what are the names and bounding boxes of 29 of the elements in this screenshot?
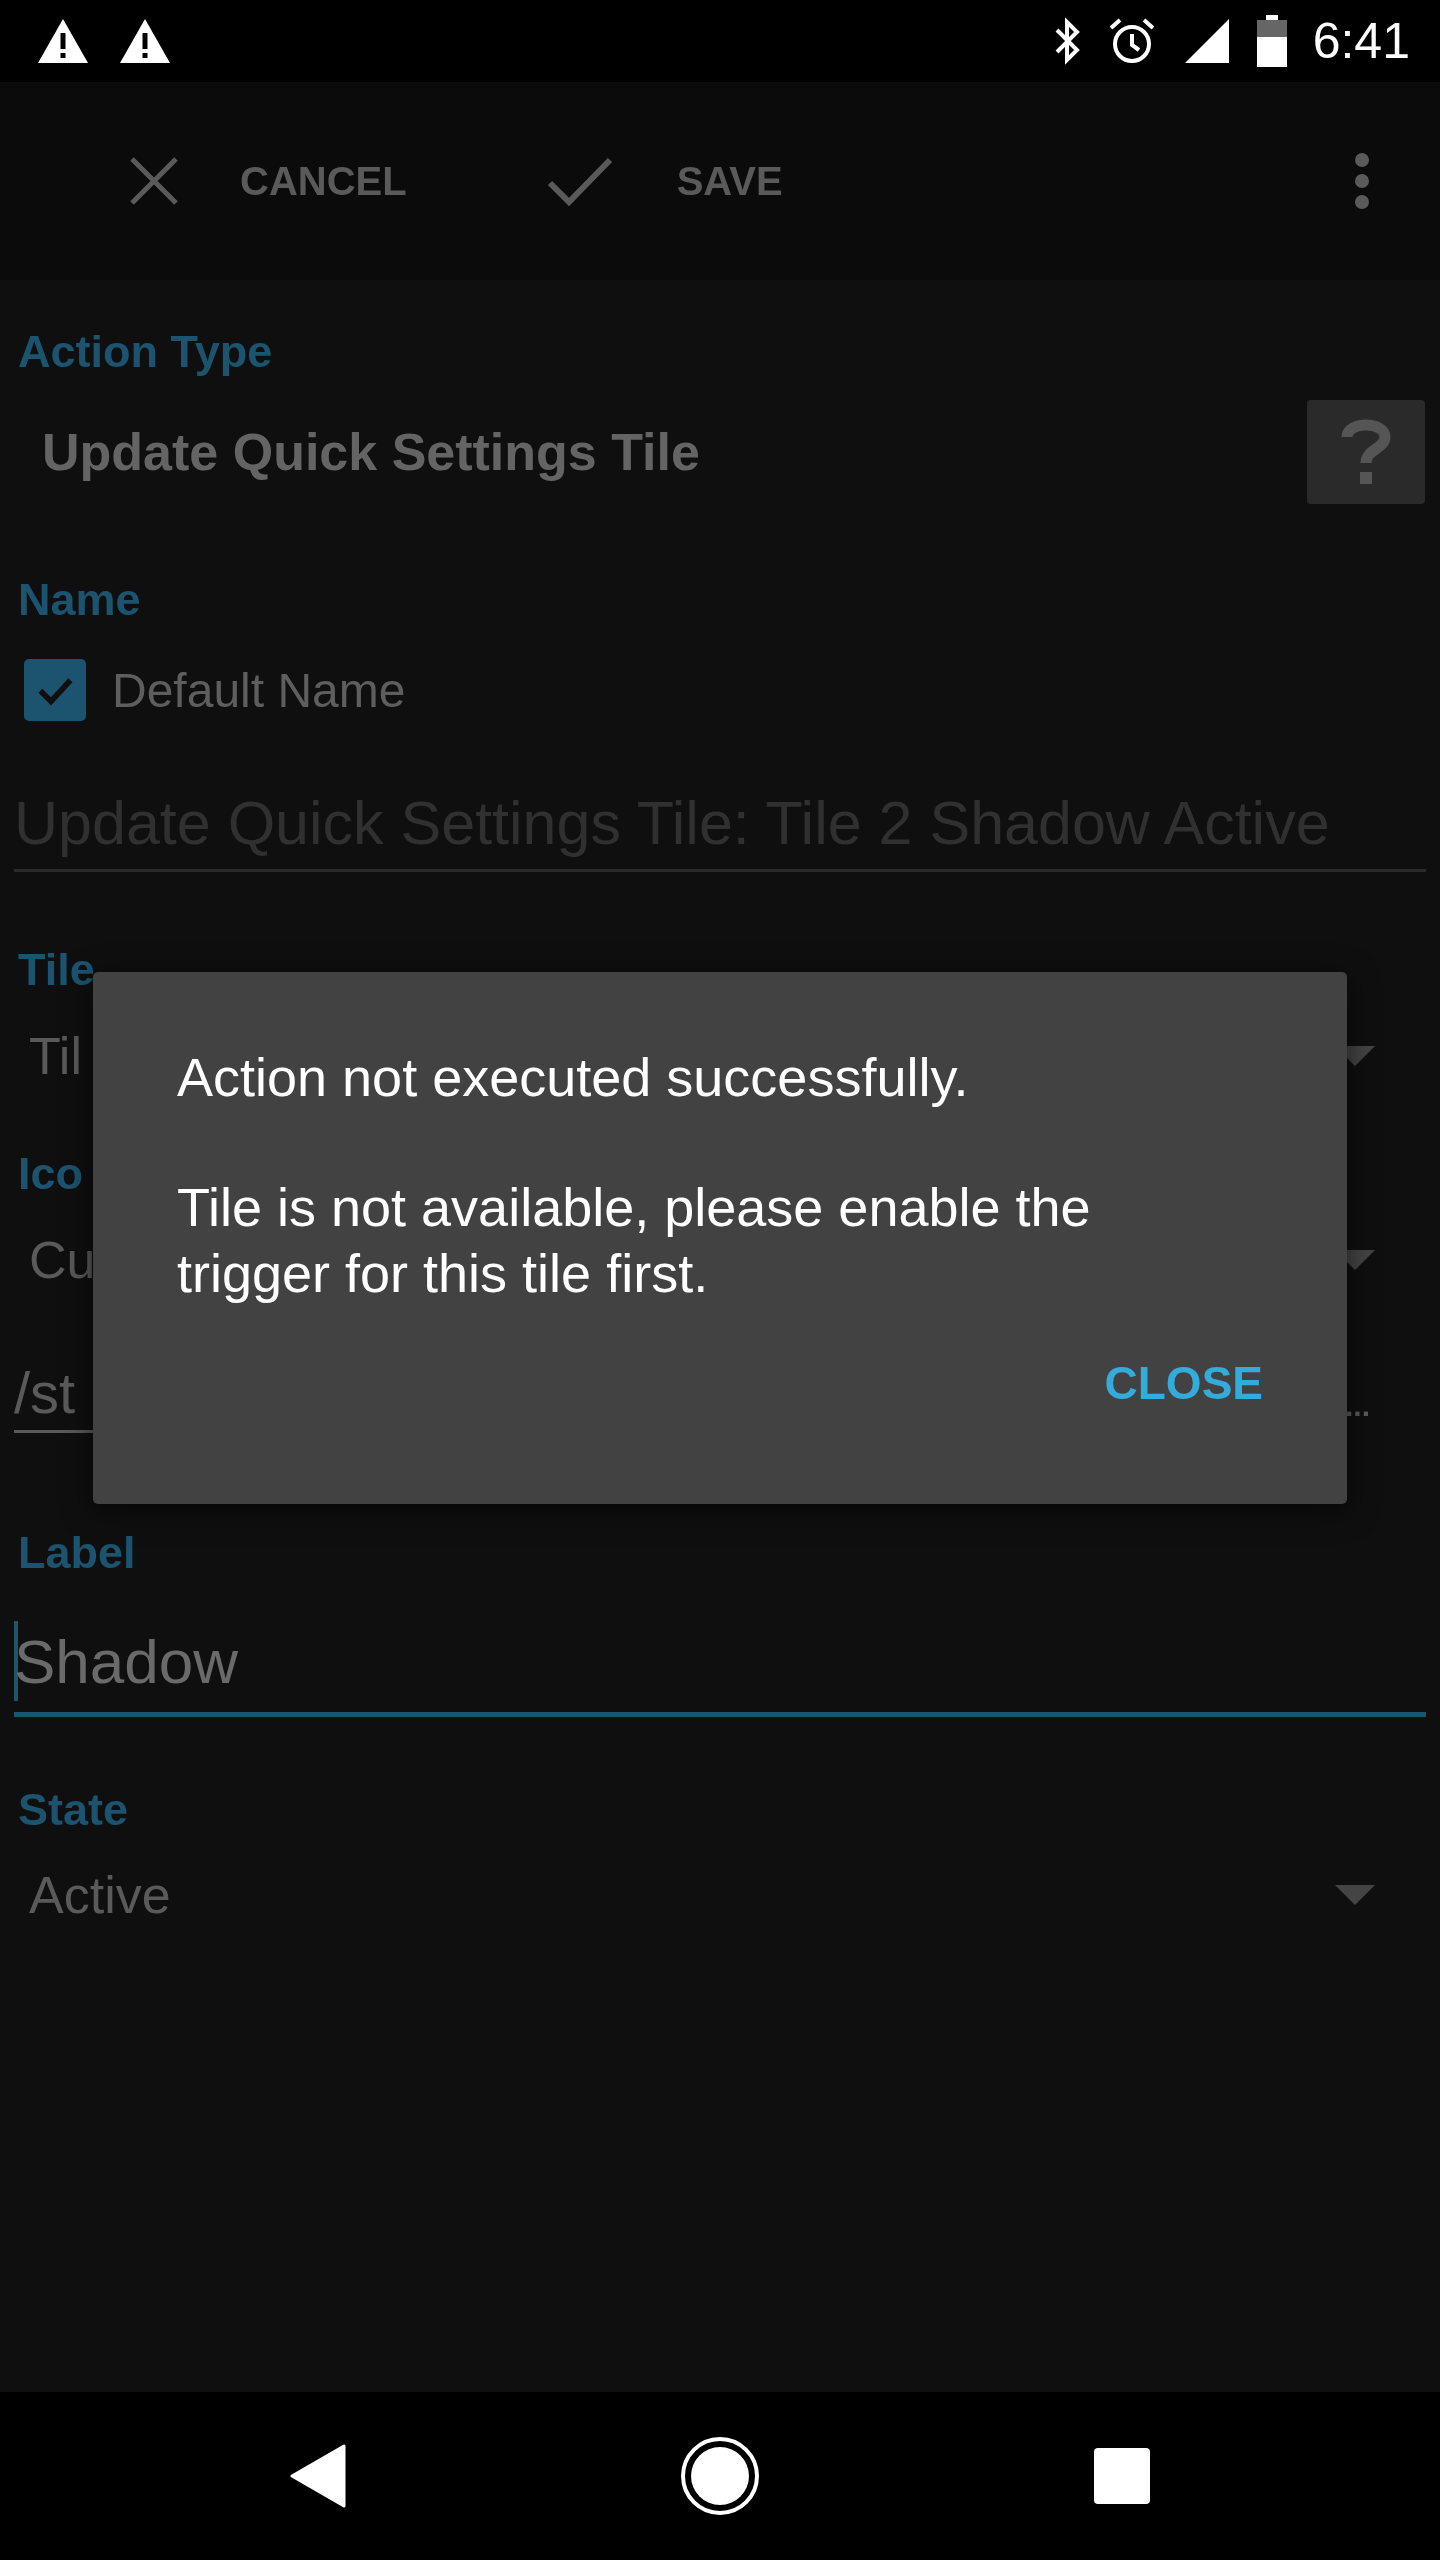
field-label: Label [18,1528,136,1578]
close-icon [128,155,180,207]
home-icon[interactable] [680,2436,760,2516]
field-label: Ico [18,1149,84,1199]
help-button[interactable] [1307,400,1425,504]
field-label: State [18,1785,129,1835]
more-options-icon[interactable] [1354,152,1370,210]
dropdown-arrow-icon[interactable] [1335,1885,1375,1905]
clock-time: 6:41 [1312,12,1410,70]
cancel-button[interactable]: CANCEL [128,155,407,207]
action-type-value[interactable]: Update Quick Settings Tile [42,422,700,482]
warning-icon [118,17,172,65]
field-label: Tile [18,945,95,995]
dialog-message: Action not executed successfully. [177,1046,970,1109]
checkmark-icon [546,155,613,207]
warning-icon [36,17,90,65]
state-value[interactable]: Active [29,1865,171,1925]
field-label: Name [18,575,141,625]
save-button[interactable]: SAVE [546,155,783,207]
battery-icon [1256,15,1287,67]
back-icon[interactable] [290,2444,346,2508]
dialog-message: Tile is not available, please enable the trigger for this tile first. [177,1176,1092,1305]
close-button[interactable]: CLOSE [1104,1346,1263,1420]
browse-button[interactable]: ... [1345,1389,1370,1423]
icon-value[interactable]: Cu [29,1230,96,1290]
question-mark-icon [1341,417,1391,487]
field-label: Action Type [18,327,273,377]
tile-value[interactable]: Til [29,1026,82,1086]
checkbox-label: Default Name [112,662,406,718]
